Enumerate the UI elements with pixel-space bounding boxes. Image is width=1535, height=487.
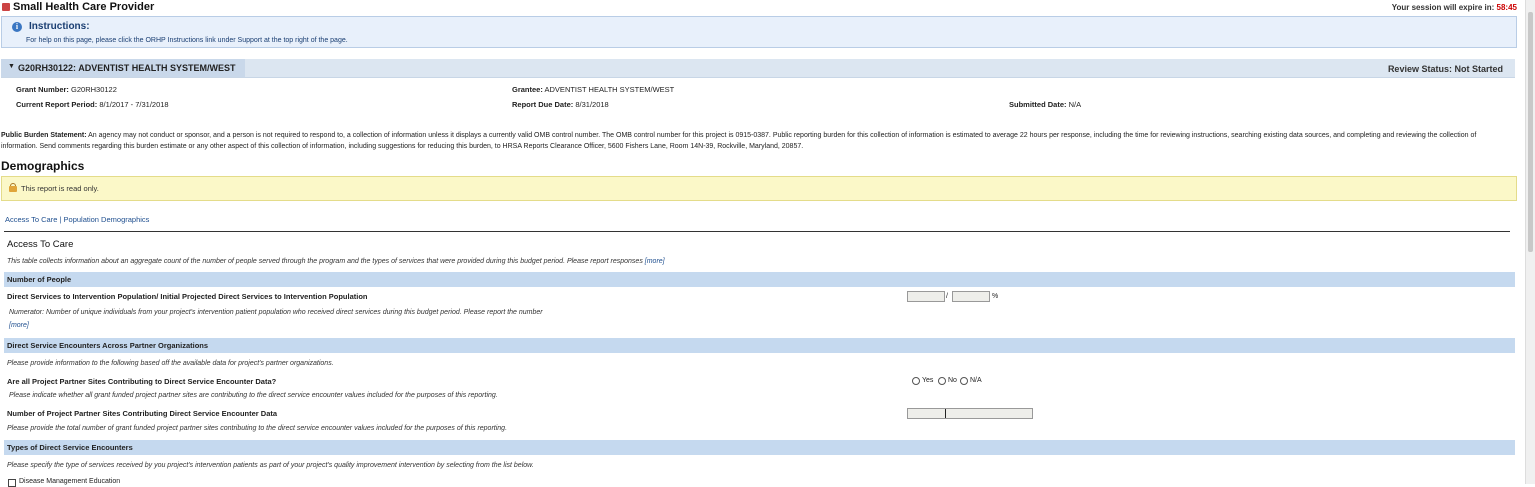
info-icon: i [12,22,22,32]
link-population-demographics[interactable]: Population Demographics [64,215,150,224]
grantee: Grantee: ADVENTIST HEALTH SYSTEM/WEST [512,85,674,94]
grant-title: G20RH30122: ADVENTIST HEALTH SYSTEM/WEST [18,63,236,73]
submitted-date: Submitted Date: N/A [1009,100,1081,109]
review-status: Review Status: Not Started [1388,64,1503,74]
report-period-label: Current Report Period: [16,100,98,109]
percent-sign: % [992,293,999,300]
collapse-triangle-icon[interactable]: ▼ [8,63,15,70]
title-bar: Small Health Care Provider Your session … [0,0,1535,14]
instructions-panel: i Instructions: For help on this page, p… [1,16,1517,48]
question-partner-sites-contributing: Are all Project Partner Sites Contributi… [7,377,277,386]
instructions-title: Instructions: [29,21,90,32]
band-number-of-people: Number of People [4,272,1515,287]
instructions-text: For help on this page, please click the … [26,37,348,44]
vertical-scrollbar[interactable] [1525,0,1535,484]
band-direct-service-encounters-label: Direct Service Encounters Across Partner… [7,341,209,350]
grant-tab[interactable]: ▼ G20RH30122: ADVENTIST HEALTH SYSTEM/WE… [1,59,245,77]
app-icon [2,3,10,11]
partner-sites-desc: Please indicate whether all grant funded… [9,392,498,399]
grant-header: ▼ G20RH30122: ADVENTIST HEALTH SYSTEM/WE… [1,59,1515,78]
radio-yes[interactable] [912,377,920,385]
radio-no-label: No [948,377,957,384]
review-status-value: Not Started [1454,64,1503,74]
grant-number-value: G20RH30122 [71,85,117,94]
session-label: Your session will expire in: [1391,3,1495,12]
question-direct-services: Direct Services to Intervention Populati… [7,292,368,301]
partner-sites-count-desc: Please provide the total number of grant… [7,425,508,432]
numerator-more-link[interactable]: [more] [9,322,29,329]
grantee-value: ADVENTIST HEALTH SYSTEM/WEST [544,85,675,94]
checkbox-disease-management[interactable] [8,479,16,487]
report-period: Current Report Period: 8/1/2017 - 7/31/2… [16,100,169,109]
grant-number-label: Grant Number: [16,85,69,94]
band-direct-service-encounters: Direct Service Encounters Across Partner… [4,338,1515,353]
denominator-input[interactable] [952,291,990,302]
question-number-partner-sites: Number of Project Partner Sites Contribu… [7,409,278,418]
burden-label: Public Burden Statement: [1,132,87,139]
lock-icon [9,183,17,192]
numerator-desc: Numerator: Number of unique individuals … [9,309,543,316]
text-cursor [945,409,946,418]
review-status-label: Review Status: [1387,64,1452,74]
session-timer-text: Your session will expire in: 58:45 [1392,3,1517,12]
access-more-link[interactable]: [more] [645,258,665,265]
radio-yes-label: Yes [922,377,934,384]
link-access-to-care[interactable]: Access To Care [5,215,57,224]
band-types-of-encounters-label: Types of Direct Service Encounters [7,443,133,452]
link-separator: | [59,215,62,224]
section-title: Demographics [1,159,85,173]
grantee-label: Grantee: [512,85,543,94]
submitted-value: N/A [1068,100,1082,109]
radio-na-label: N/A [970,377,982,384]
ratio-slash: / [946,293,948,300]
access-title: Access To Care [7,239,74,250]
partner-sites-count-input[interactable] [907,408,1033,419]
section-links: Access To Care | Population Demographics [5,215,149,224]
readonly-text: This report is read only. [21,184,99,193]
report-due-date: Report Due Date: 8/31/2018 [512,100,609,109]
session-timer: 58:45 [1496,3,1517,12]
report-period-value: 8/1/2017 - 7/31/2018 [99,100,169,109]
access-desc: This table collects information about an… [7,258,665,265]
numerator-input[interactable] [907,291,945,302]
divider [4,231,1510,232]
band-number-of-people-label: Number of People [7,275,72,284]
types-desc: Please specify the type of services rece… [7,462,534,469]
band-types-of-encounters: Types of Direct Service Encounters [4,440,1515,455]
radio-no[interactable] [938,377,946,385]
radio-na[interactable] [960,377,968,385]
app-title: Small Health Care Provider [13,1,155,13]
report-due-label: Report Due Date: [512,100,574,109]
readonly-notice: This report is read only. [1,176,1517,201]
report-due-value: 8/31/2018 [575,100,609,109]
burden-text: An agency may not conduct or sponsor, an… [1,132,1477,150]
grant-number: Grant Number: G20RH30122 [16,85,117,94]
submitted-label: Submitted Date: [1009,100,1067,109]
scrollbar-thumb[interactable] [1528,12,1533,252]
encounters-desc: Please provide information to the follow… [7,360,334,367]
access-desc-text: This table collects information about an… [7,258,643,265]
public-burden-statement: Public Burden Statement: An agency may n… [1,130,1511,152]
